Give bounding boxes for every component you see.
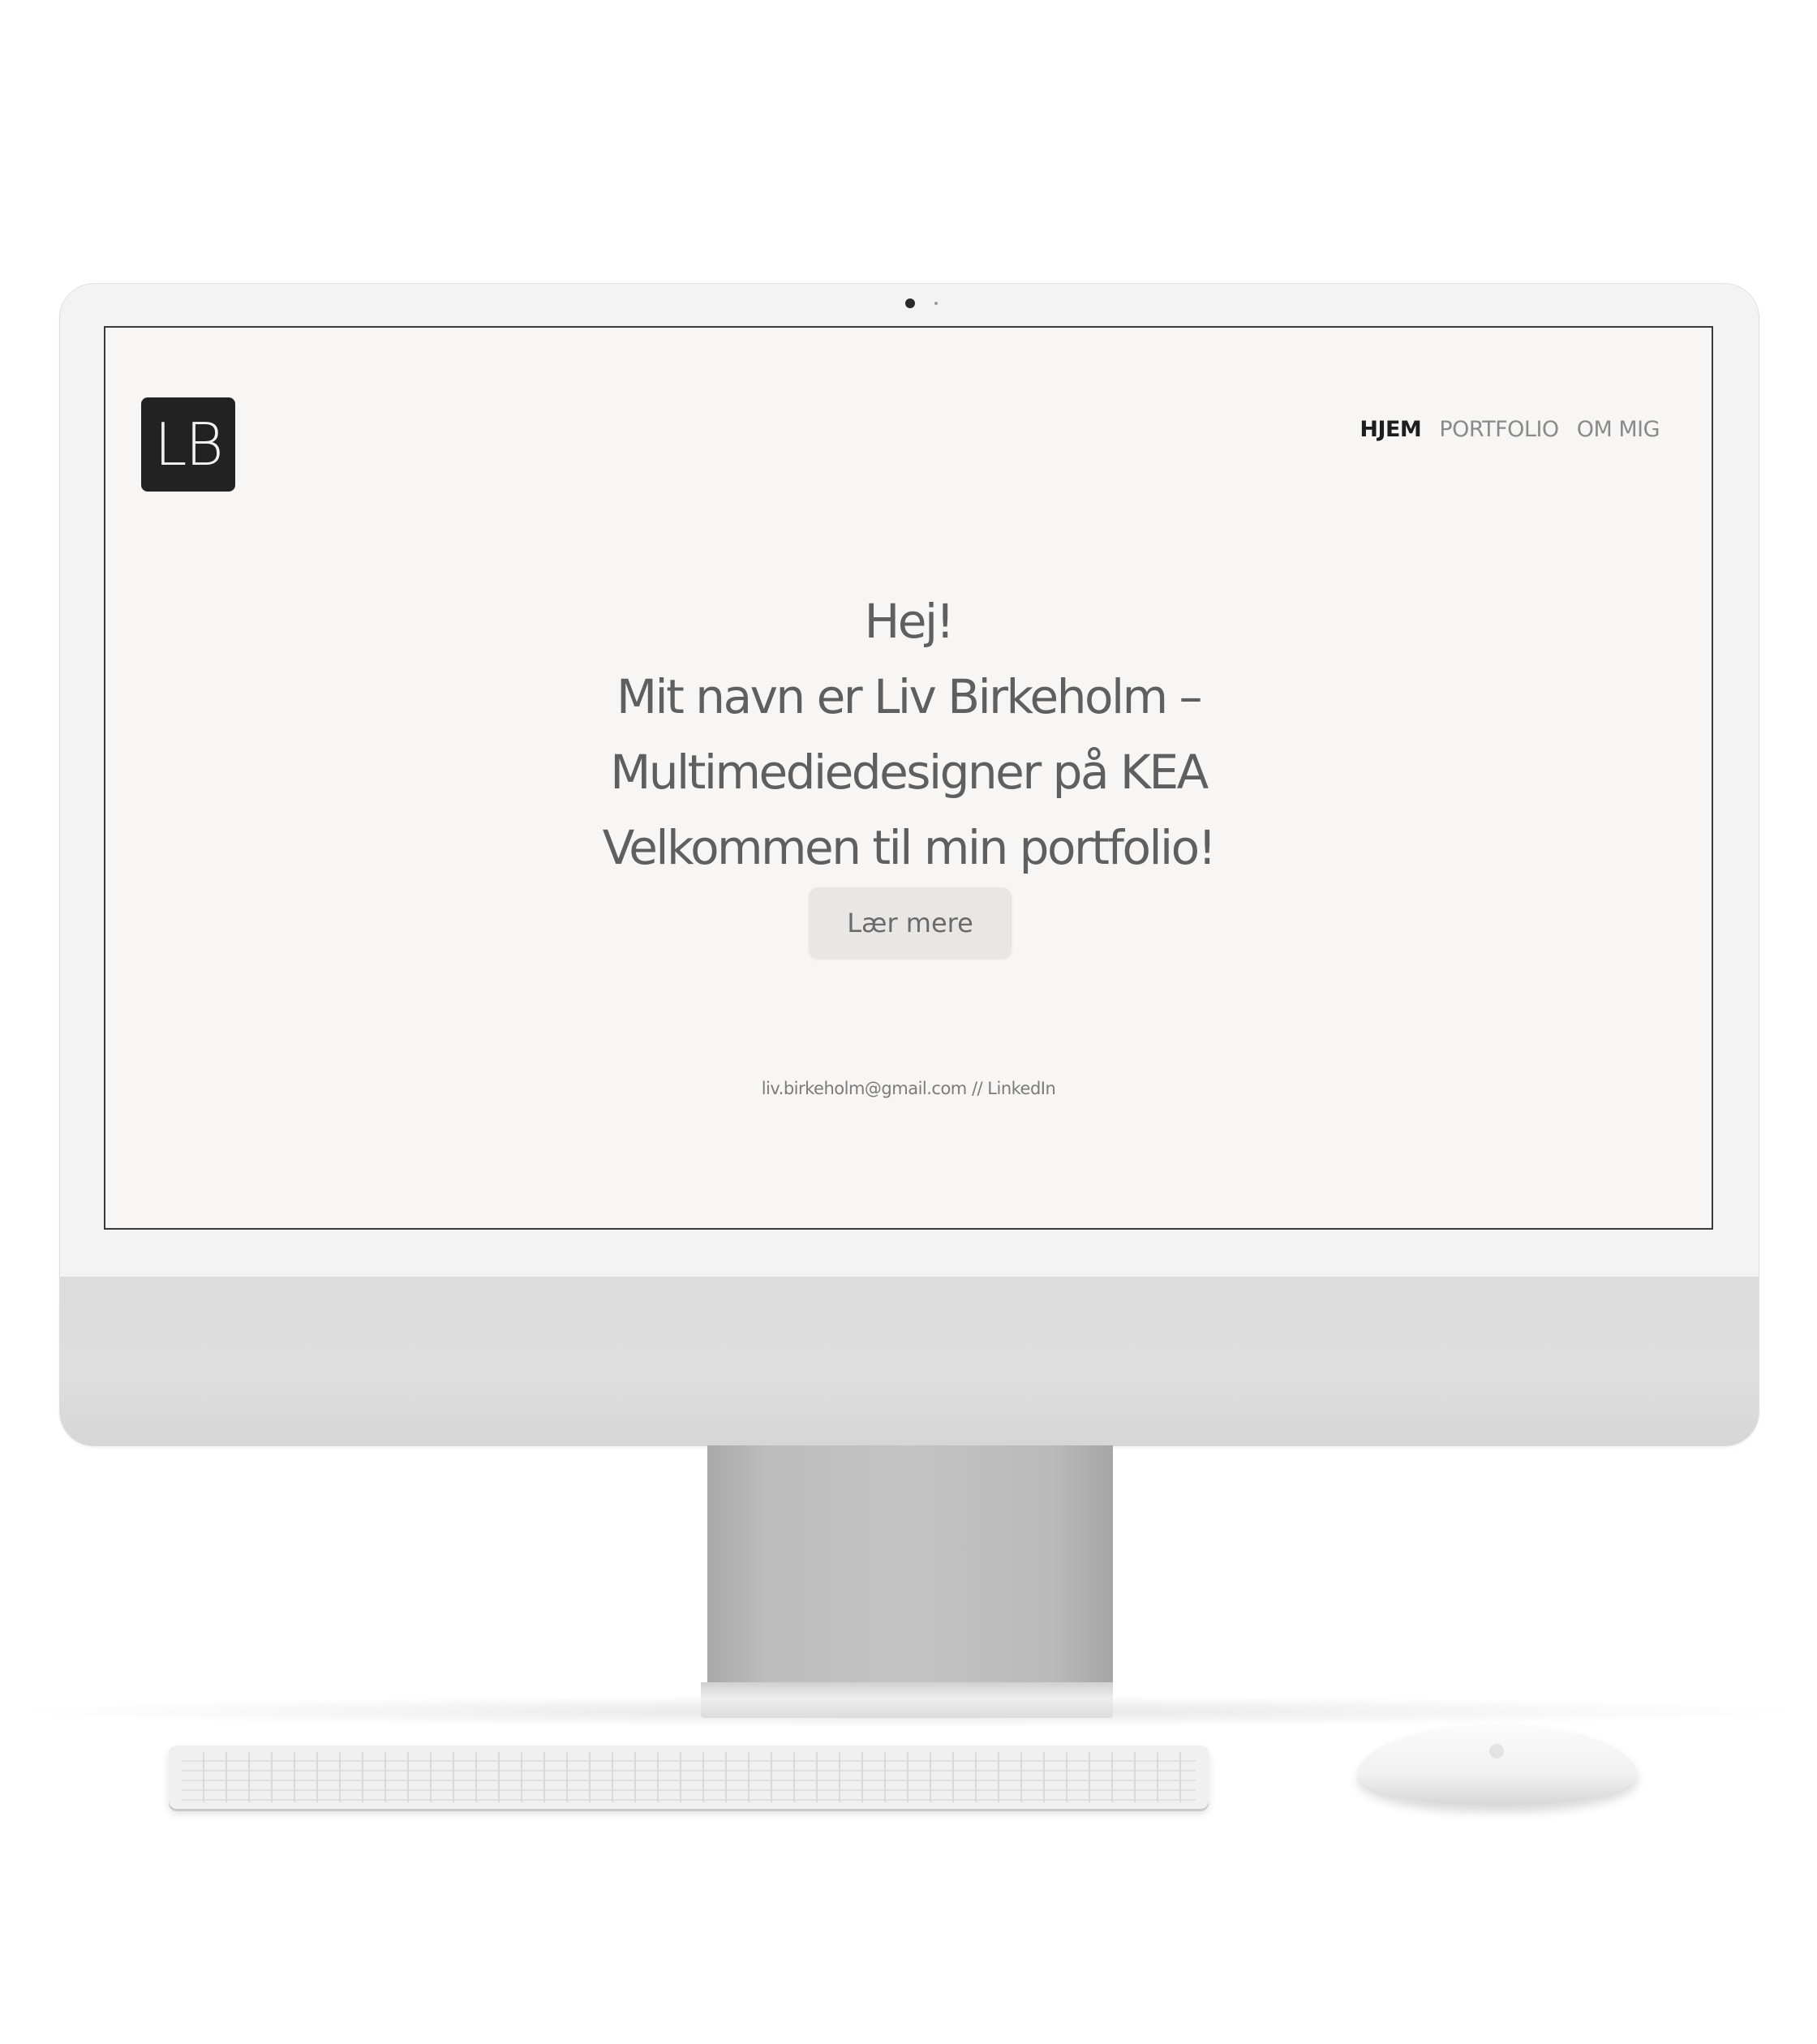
nav-item-om-mig[interactable]: OM MIG: [1577, 417, 1660, 442]
mouse: [1358, 1724, 1637, 1806]
product-mockup-scene: LB HJEM PORTFOLIO OM MIG Hej! Mit navn e…: [0, 0, 1817, 2044]
nav-item-hjem[interactable]: HJEM: [1360, 417, 1421, 442]
main-nav: HJEM PORTFOLIO OM MIG: [1360, 417, 1660, 442]
email-link[interactable]: liv.birkeholm@gmail.com: [762, 1079, 968, 1098]
hero-title-line: Multimediedesigner på KEA: [610, 745, 1209, 800]
website-screen: LB HJEM PORTFOLIO OM MIG Hej! Mit navn e…: [104, 326, 1713, 1230]
hero-name-line: Mit navn er Liv Birkeholm –: [616, 669, 1203, 724]
imac-stand-foot: [701, 1682, 1113, 1718]
keyboard: [169, 1746, 1209, 1809]
nav-item-portfolio[interactable]: PORTFOLIO: [1439, 417, 1559, 442]
keyboard-keys: [182, 1752, 1196, 1802]
linkedin-link[interactable]: LinkedIn: [987, 1079, 1056, 1098]
camera-icon: [905, 298, 915, 308]
footer-separator: //: [966, 1079, 988, 1098]
hero-text: Hej! Mit navn er Liv Birkeholm – Multime…: [105, 584, 1712, 886]
imac-device: LB HJEM PORTFOLIO OM MIG Hej! Mit navn e…: [60, 284, 1759, 1445]
camera-sensor-dot: [934, 302, 938, 305]
hero-greeting: Hej!: [864, 594, 955, 649]
hero-welcome-line: Velkommen til min portfolio!: [602, 820, 1217, 875]
imac-stand: [707, 1445, 1113, 1682]
site-footer: liv.birkeholm@gmail.com // LinkedIn: [105, 1079, 1712, 1098]
site-logo[interactable]: LB: [141, 397, 235, 492]
learn-more-button[interactable]: Lær mere: [809, 887, 1012, 959]
imac-chin: [60, 1277, 1759, 1445]
apple-logo-icon: [1489, 1744, 1504, 1758]
